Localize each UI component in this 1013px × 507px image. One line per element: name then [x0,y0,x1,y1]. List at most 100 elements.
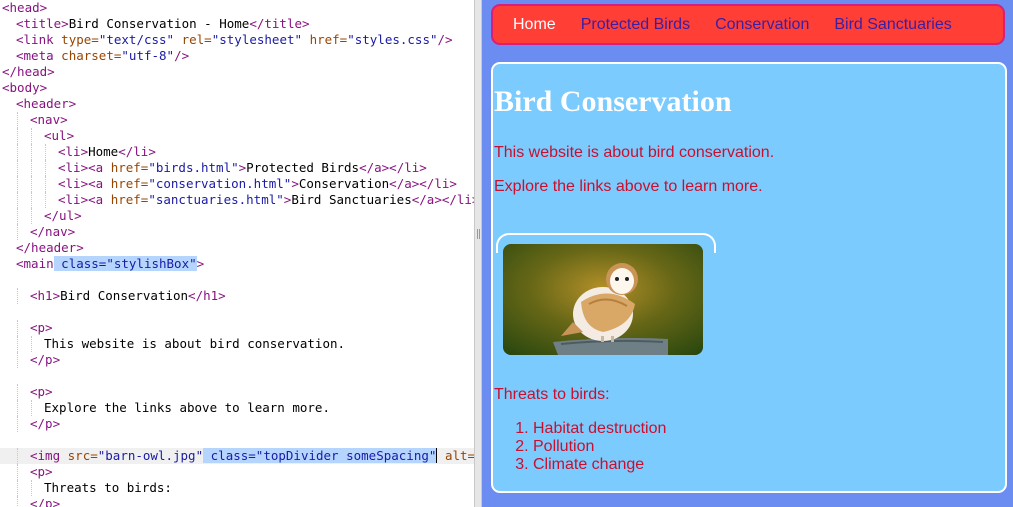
code-text: <nav> [30,112,68,127]
indent-guide [17,496,19,507]
indent-guide [17,336,19,352]
code-text: <ul> [44,128,75,143]
code-text: <head> [2,0,48,15]
code-line[interactable]: <p> [0,464,474,480]
nav-protected-birds-link[interactable]: Protected Birds [581,16,690,34]
code-line[interactable]: </header> [0,240,474,256]
indent-guide [31,400,33,416]
code-line[interactable]: <h1>Bird Conservation</h1> [0,288,474,304]
indent-guide [17,288,19,304]
code-text: </head> [2,64,55,79]
code-line[interactable]: <p> [0,384,474,400]
code-text: <body> [2,80,48,95]
code-line[interactable]: </ul> [0,208,474,224]
code-line[interactable] [0,432,474,448]
code-line[interactable] [0,368,474,384]
code-text: Explore the links above to learn more. [44,400,330,415]
code-line[interactable]: Explore the links above to learn more. [0,400,474,416]
indent-guide [17,144,19,160]
code-line[interactable] [0,304,474,320]
indent-guide [31,144,33,160]
indent-guide [17,448,19,464]
code-text: <p> [30,464,53,479]
page-heading: Bird Conservation [494,85,732,118]
list-item: Habitat destruction [533,420,666,438]
indent-guide [31,480,33,496]
indent-guide [17,208,19,224]
code-editor-content[interactable]: <head> <title>Bird Conservation - Home</t… [0,0,474,507]
code-line[interactable]: <header> [0,96,474,112]
code-line[interactable]: </p> [0,352,474,368]
indent-guide [17,416,19,432]
code-line[interactable]: <main class="stylishBox"> [0,256,474,272]
code-line[interactable]: <head> [0,0,474,16]
indent-guide [45,192,47,208]
code-line[interactable]: Threats to birds: [0,480,474,496]
code-text: <li><a href="conservation.html">Conserva… [58,176,457,191]
splitter-grip-icon[interactable] [477,229,480,239]
indent-guide [17,176,19,192]
code-line[interactable]: <p> [0,320,474,336]
list-item: Pollution [533,438,666,456]
code-line[interactable]: <li><a href="sanctuaries.html">Bird Sanc… [0,192,474,208]
code-text: </nav> [30,224,76,239]
list-item: Climate change [533,456,666,474]
indent-guide [17,112,19,128]
code-text: Threats to birds: [44,480,172,495]
code-line[interactable]: </p> [0,496,474,507]
code-line[interactable]: <li>Home</li> [0,144,474,160]
code-text: <p> [30,320,53,335]
code-text: <title>Bird Conservation - Home</title> [16,16,310,31]
indent-guide [31,192,33,208]
indent-guide [31,160,33,176]
code-line[interactable]: <title>Bird Conservation - Home</title> [0,16,474,32]
code-line[interactable]: <img src="barn-owl.jpg" class="topDivide… [0,448,474,464]
code-text: </ul> [44,208,82,223]
indent-guide [31,176,33,192]
indent-guide [17,320,19,336]
code-text: <p> [30,384,53,399]
code-line[interactable]: <meta charset="utf-8"/> [0,48,474,64]
code-line[interactable]: <body> [0,80,474,96]
code-line[interactable]: This website is about bird conservation. [0,336,474,352]
stylish-box-main: Bird Conservation This website is about … [491,62,1007,493]
code-line[interactable]: </p> [0,416,474,432]
nav-conservation-link[interactable]: Conservation [715,16,809,34]
code-text: <li><a href="sanctuaries.html">Bird Sanc… [58,192,474,207]
code-line[interactable]: <nav> [0,112,474,128]
pane-splitter[interactable] [474,0,482,507]
code-text: <li>Home</li> [58,144,156,159]
code-line[interactable]: <li><a href="birds.html">Protected Birds… [0,160,474,176]
indent-guide [45,144,47,160]
code-text: </p> [30,416,61,431]
barn-owl-image [503,244,703,355]
indent-guide [45,176,47,192]
indent-guide [31,208,33,224]
threats-list: Habitat destruction Pollution Climate ch… [533,420,666,474]
code-text: This website is about bird conservation. [44,336,346,351]
code-line[interactable]: </nav> [0,224,474,240]
nav-home-link[interactable]: Home [513,16,556,34]
indent-guide [17,160,19,176]
code-text: <li><a href="birds.html">Protected Birds… [58,160,427,175]
code-line[interactable]: </head> [0,64,474,80]
code-text: <img src="barn-owl.jpg" class="topDivide… [30,448,474,463]
code-line[interactable] [0,272,474,288]
indent-guide [31,336,33,352]
code-text: <link type="text/css" rel="stylesheet" h… [16,32,453,47]
code-line[interactable]: <link type="text/css" rel="stylesheet" h… [0,32,474,48]
code-text: </p> [30,496,61,507]
code-line[interactable]: <li><a href="conservation.html">Conserva… [0,176,474,192]
code-line[interactable]: <ul> [0,128,474,144]
intro-paragraph: This website is about bird conservation. [494,144,775,161]
code-editor-pane[interactable]: <head> <title>Bird Conservation - Home</t… [0,0,474,507]
code-text: <h1>Bird Conservation</h1> [30,288,226,303]
nav-bird-sanctuaries-link[interactable]: Bird Sanctuaries [834,16,951,34]
indent-guide [45,160,47,176]
code-text: <header> [16,96,77,111]
indent-guide [17,224,19,240]
code-text: <meta charset="utf-8"/> [16,48,190,63]
indent-guide [17,192,19,208]
indent-guide [31,128,33,144]
code-text: <main class="stylishBox"> [16,256,205,271]
